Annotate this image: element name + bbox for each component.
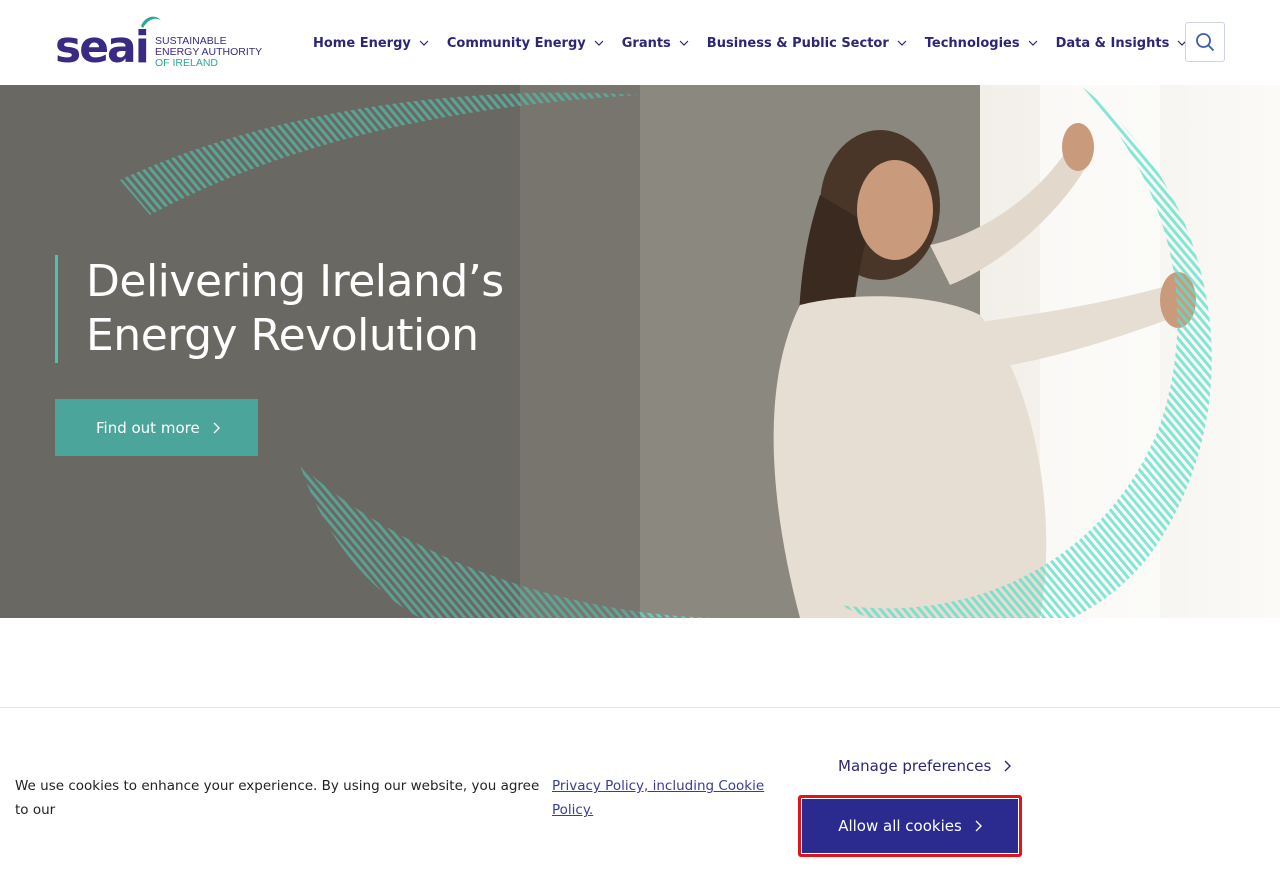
manage-preferences-button[interactable]: Manage preferences bbox=[838, 754, 1012, 778]
nav-item-label: Data & Insights bbox=[1055, 35, 1170, 51]
find-out-more-label: Find out more bbox=[96, 418, 200, 437]
nav-item-label: Grants bbox=[621, 35, 671, 51]
privacy-policy-link[interactable]: Privacy Policy, including Cookie Policy. bbox=[552, 774, 772, 822]
section-divider bbox=[0, 707, 1280, 708]
manage-preferences-label: Manage preferences bbox=[838, 757, 992, 775]
nav-item-label: Community Energy bbox=[446, 35, 586, 51]
nav-item-label: Home Energy bbox=[313, 35, 411, 51]
cookie-message: We use cookies to enhance your experienc… bbox=[15, 778, 540, 818]
allow-all-cookies-button[interactable]: Allow all cookies bbox=[802, 799, 1018, 853]
nav-item-home-energy[interactable]: Home Energy bbox=[313, 31, 429, 55]
nav-item-label: Business & Public Sector bbox=[706, 35, 889, 51]
nav-item-label: Technologies bbox=[924, 35, 1020, 51]
chevron-down-icon bbox=[679, 38, 689, 48]
logo-tagline-line-3: OF IRELAND bbox=[155, 57, 219, 69]
hero-title: Delivering Ireland’s Energy Revolution bbox=[86, 256, 504, 361]
seai-logo[interactable]: seai SUSTAINABLE ENERGY AUTHORITY OF IRE… bbox=[55, 14, 265, 70]
nav-item-data-insights[interactable]: Data & Insights bbox=[1056, 31, 1188, 55]
nav-item-business-public-sector[interactable]: Business & Public Sector bbox=[707, 31, 907, 55]
chevron-down-icon bbox=[1028, 38, 1038, 48]
chevron-right-icon bbox=[212, 422, 220, 434]
allow-all-cookies-label: Allow all cookies bbox=[838, 817, 962, 835]
find-out-more-button[interactable]: Find out more bbox=[55, 399, 258, 456]
search-icon bbox=[1196, 33, 1215, 52]
chevron-right-icon bbox=[974, 820, 982, 832]
logo-tagline: SUSTAINABLE ENERGY AUTHORITY OF IRELAND bbox=[155, 36, 262, 69]
hero-title-block: Delivering Ireland’s Energy Revolution bbox=[55, 255, 546, 363]
logo-wordmark: seai bbox=[55, 22, 150, 73]
nav-item-community-energy[interactable]: Community Energy bbox=[447, 31, 604, 55]
search-button[interactable] bbox=[1185, 22, 1225, 62]
chevron-down-icon bbox=[897, 38, 907, 48]
main-navigation: Home Energy Community Energy Grants Busi… bbox=[313, 31, 1205, 55]
site-header: seai SUSTAINABLE ENERGY AUTHORITY OF IRE… bbox=[0, 0, 1280, 85]
nav-item-technologies[interactable]: Technologies bbox=[925, 31, 1038, 55]
hero-banner: Delivering Ireland’s Energy Revolution F… bbox=[0, 85, 1280, 618]
chevron-down-icon bbox=[419, 38, 429, 48]
chevron-down-icon bbox=[594, 38, 604, 48]
nav-item-grants[interactable]: Grants bbox=[622, 31, 689, 55]
chevron-right-icon bbox=[1003, 760, 1012, 772]
